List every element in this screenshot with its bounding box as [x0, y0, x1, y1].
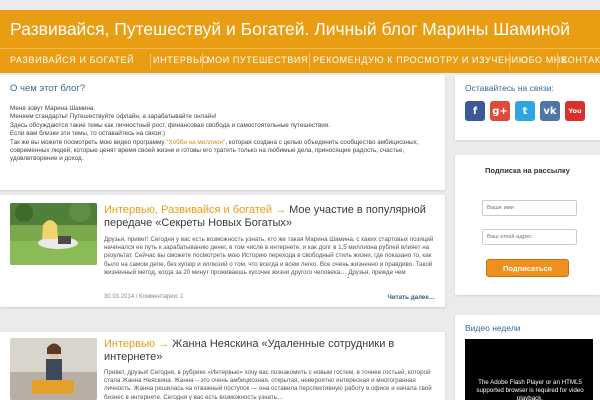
about-text: Меня зовут Марина Шамина. Меняем стандар… [10, 105, 435, 164]
post-excerpt: Привет, друзья! Сегодня, в рубрике «Инте… [104, 369, 432, 400]
video-player[interactable]: The Adobe Flash Player or an HTML5 suppo… [465, 339, 593, 400]
twitter-icon[interactable]: t [515, 101, 535, 121]
social-title: Оставайтесь на связи: [465, 83, 554, 93]
subscribe-title: Подписка на рассылку [485, 166, 570, 175]
about-blog-card: О чем этот блог? Меня зовут Марина Шамин… [0, 75, 445, 190]
hobby-program-link[interactable]: "Хобби на миллион" [166, 139, 225, 146]
vk-icon[interactable]: vk [540, 101, 560, 121]
post-category-link[interactable]: Интервью [104, 338, 155, 350]
nav-divider [557, 53, 558, 69]
post-title: Интервью → Жанна Неяскина «Удаленные сот… [104, 338, 439, 364]
nav-divider [509, 53, 510, 69]
nav-item-razvivaysya[interactable]: РАЗВИВАЙСЯ И БОГАТЕЙ [10, 55, 134, 65]
nav-item-puteshestviya[interactable]: МОИ ПУТЕШЕСТВИЯ [207, 55, 308, 65]
video-fallback-message: The Adobe Flash Player or an HTML5 suppo… [476, 379, 584, 400]
youtube-icon[interactable]: You [565, 101, 585, 121]
subscribe-widget: Подписка на рассылку Подписаться [455, 155, 600, 295]
post-arrow: → [158, 338, 170, 350]
subscribe-name-input[interactable] [482, 200, 577, 216]
nav-item-obo-mne[interactable]: ОБО МНЕ [521, 55, 568, 65]
woman-portrait-photo [10, 338, 97, 400]
nav-divider [202, 53, 203, 69]
read-more-link[interactable]: Читать далее… [388, 294, 435, 301]
about-title: О чем этот блог? [10, 83, 86, 94]
site-header: Развивайся, Путешествуй и Богатей. Личны… [0, 10, 600, 48]
post-card: Интервью, Развивайся и богатей → Мое уча… [0, 195, 445, 307]
post-arrow: → [275, 204, 287, 216]
google-plus-icon[interactable]: g+ [490, 101, 510, 121]
nav-item-rekomenduyu[interactable]: РЕКОМЕНДУЮ К ПРОСМОТРУ И ИЗУЧЕНИЮ [313, 55, 528, 65]
woman-with-laptop-photo [10, 203, 97, 265]
post-meta: 30.03.2014 / Комментарии: 1 [104, 294, 184, 300]
post-card: Интервью → Жанна Неяскина «Удаленные сот… [0, 332, 445, 400]
video-title: Видео недели [465, 323, 521, 333]
nav-item-kontakty[interactable]: КОНТАКТЫ [562, 55, 600, 65]
post-title: Интервью, Развивайся и богатей → Мое уча… [104, 204, 439, 230]
video-widget: Видео недели The Adobe Flash Player or a… [455, 315, 600, 400]
post-thumbnail[interactable] [10, 338, 97, 400]
nav-item-intervyu[interactable]: ИНТЕРВЬЮ [153, 55, 209, 65]
subscribe-email-input[interactable] [482, 229, 577, 245]
nav-divider [150, 53, 151, 69]
subscribe-button[interactable]: Подписаться [486, 259, 569, 277]
post-excerpt: Друзья, привет! Сегодня у вас есть возмо… [104, 236, 439, 278]
post-thumbnail[interactable] [10, 203, 97, 265]
social-widget: Оставайтесь на связи: f g+ t vk You [455, 75, 600, 140]
site-title-link[interactable]: Развивайся, Путешествуй и Богатей. Личны… [10, 19, 570, 40]
main-nav: РАЗВИВАЙСЯ И БОГАТЕЙ ИНТЕРВЬЮ МОИ ПУТЕШЕ… [0, 48, 600, 73]
facebook-icon[interactable]: f [465, 101, 485, 121]
nav-divider [309, 53, 310, 69]
post-category-link[interactable]: Интервью, Развивайся и богатей [104, 204, 272, 216]
